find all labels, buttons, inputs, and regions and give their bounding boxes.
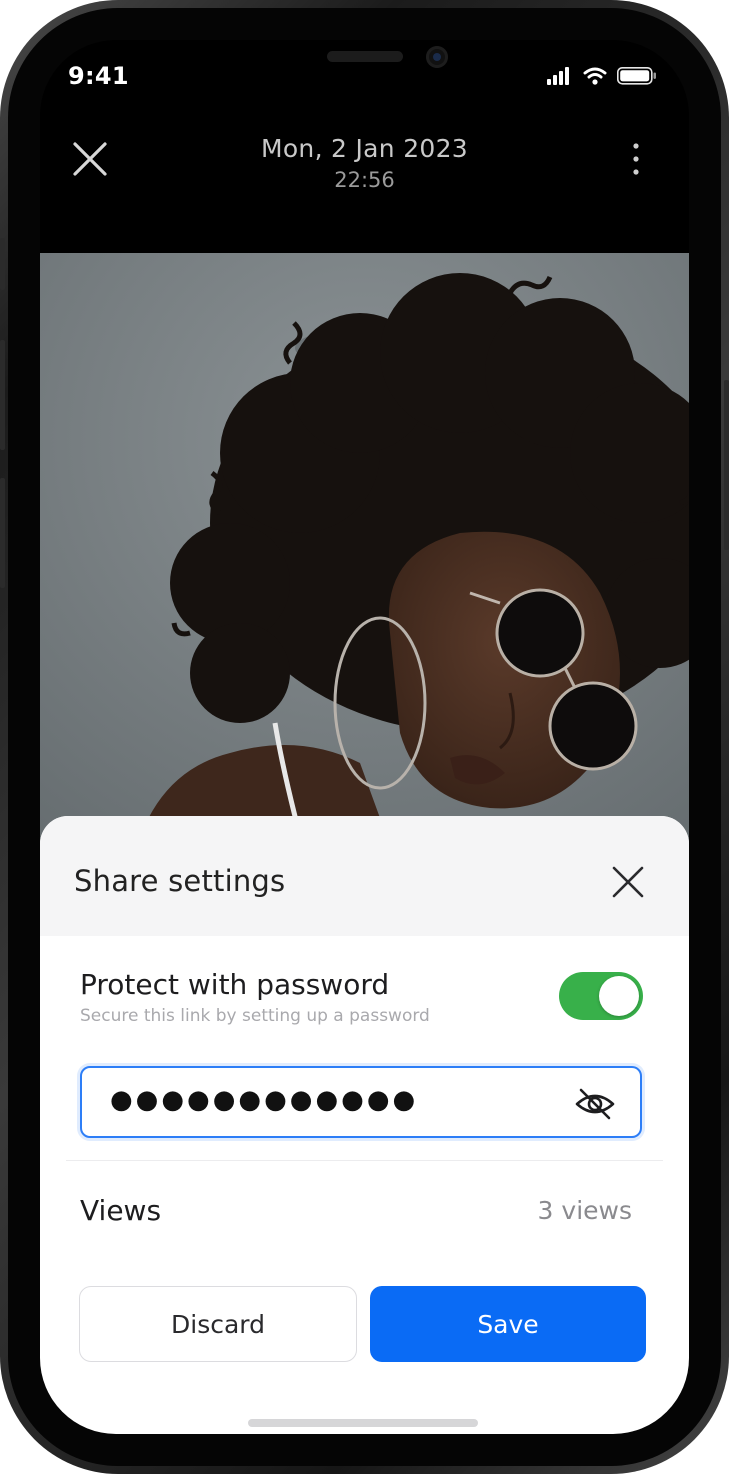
share-settings-sheet: Share settings Protect with password Sec… bbox=[40, 816, 689, 1434]
status-time: 9:41 bbox=[68, 62, 129, 90]
password-field[interactable]: ●●●●●●●●●●●● bbox=[80, 1066, 642, 1138]
photo-time: 22:56 bbox=[334, 168, 395, 192]
protect-password-label: Protect with password bbox=[80, 968, 390, 1001]
home-indicator bbox=[248, 1419, 478, 1427]
views-label: Views bbox=[80, 1194, 162, 1227]
screen: 9:41 Mon, 2 Jan 2023 22:56 Share setting… bbox=[40, 40, 689, 1434]
toggle-knob bbox=[599, 976, 639, 1016]
battery-icon bbox=[617, 67, 656, 85]
more-vertical-icon[interactable] bbox=[622, 141, 650, 179]
sheet-header: Share settings bbox=[40, 816, 689, 936]
speaker-grille bbox=[327, 51, 403, 62]
divider bbox=[66, 1160, 663, 1161]
photo-illustration bbox=[40, 253, 689, 873]
phone-frame: 9:41 Mon, 2 Jan 2023 22:56 Share setting… bbox=[0, 0, 729, 1474]
password-value: ●●●●●●●●●●●● bbox=[110, 1085, 419, 1115]
silent-switch bbox=[0, 238, 5, 290]
photo-date: Mon, 2 Jan 2023 bbox=[260, 134, 469, 163]
sheet-title: Share settings bbox=[74, 864, 286, 898]
close-icon[interactable] bbox=[610, 864, 646, 900]
eye-off-icon[interactable] bbox=[574, 1086, 616, 1122]
volume-down-button bbox=[0, 478, 5, 588]
save-button[interactable]: Save bbox=[370, 1286, 646, 1362]
power-button bbox=[724, 380, 729, 550]
views-count: 3 views bbox=[537, 1196, 632, 1225]
discard-button[interactable]: Discard bbox=[79, 1286, 357, 1362]
photo-image bbox=[40, 253, 689, 873]
status-icons bbox=[547, 67, 656, 85]
protect-password-description: Secure this link by setting up a passwor… bbox=[80, 1006, 430, 1026]
cellular-signal-icon bbox=[547, 67, 569, 85]
wifi-icon bbox=[583, 67, 607, 85]
volume-up-button bbox=[0, 340, 5, 450]
protect-password-toggle[interactable] bbox=[559, 972, 643, 1020]
front-camera bbox=[426, 46, 448, 68]
